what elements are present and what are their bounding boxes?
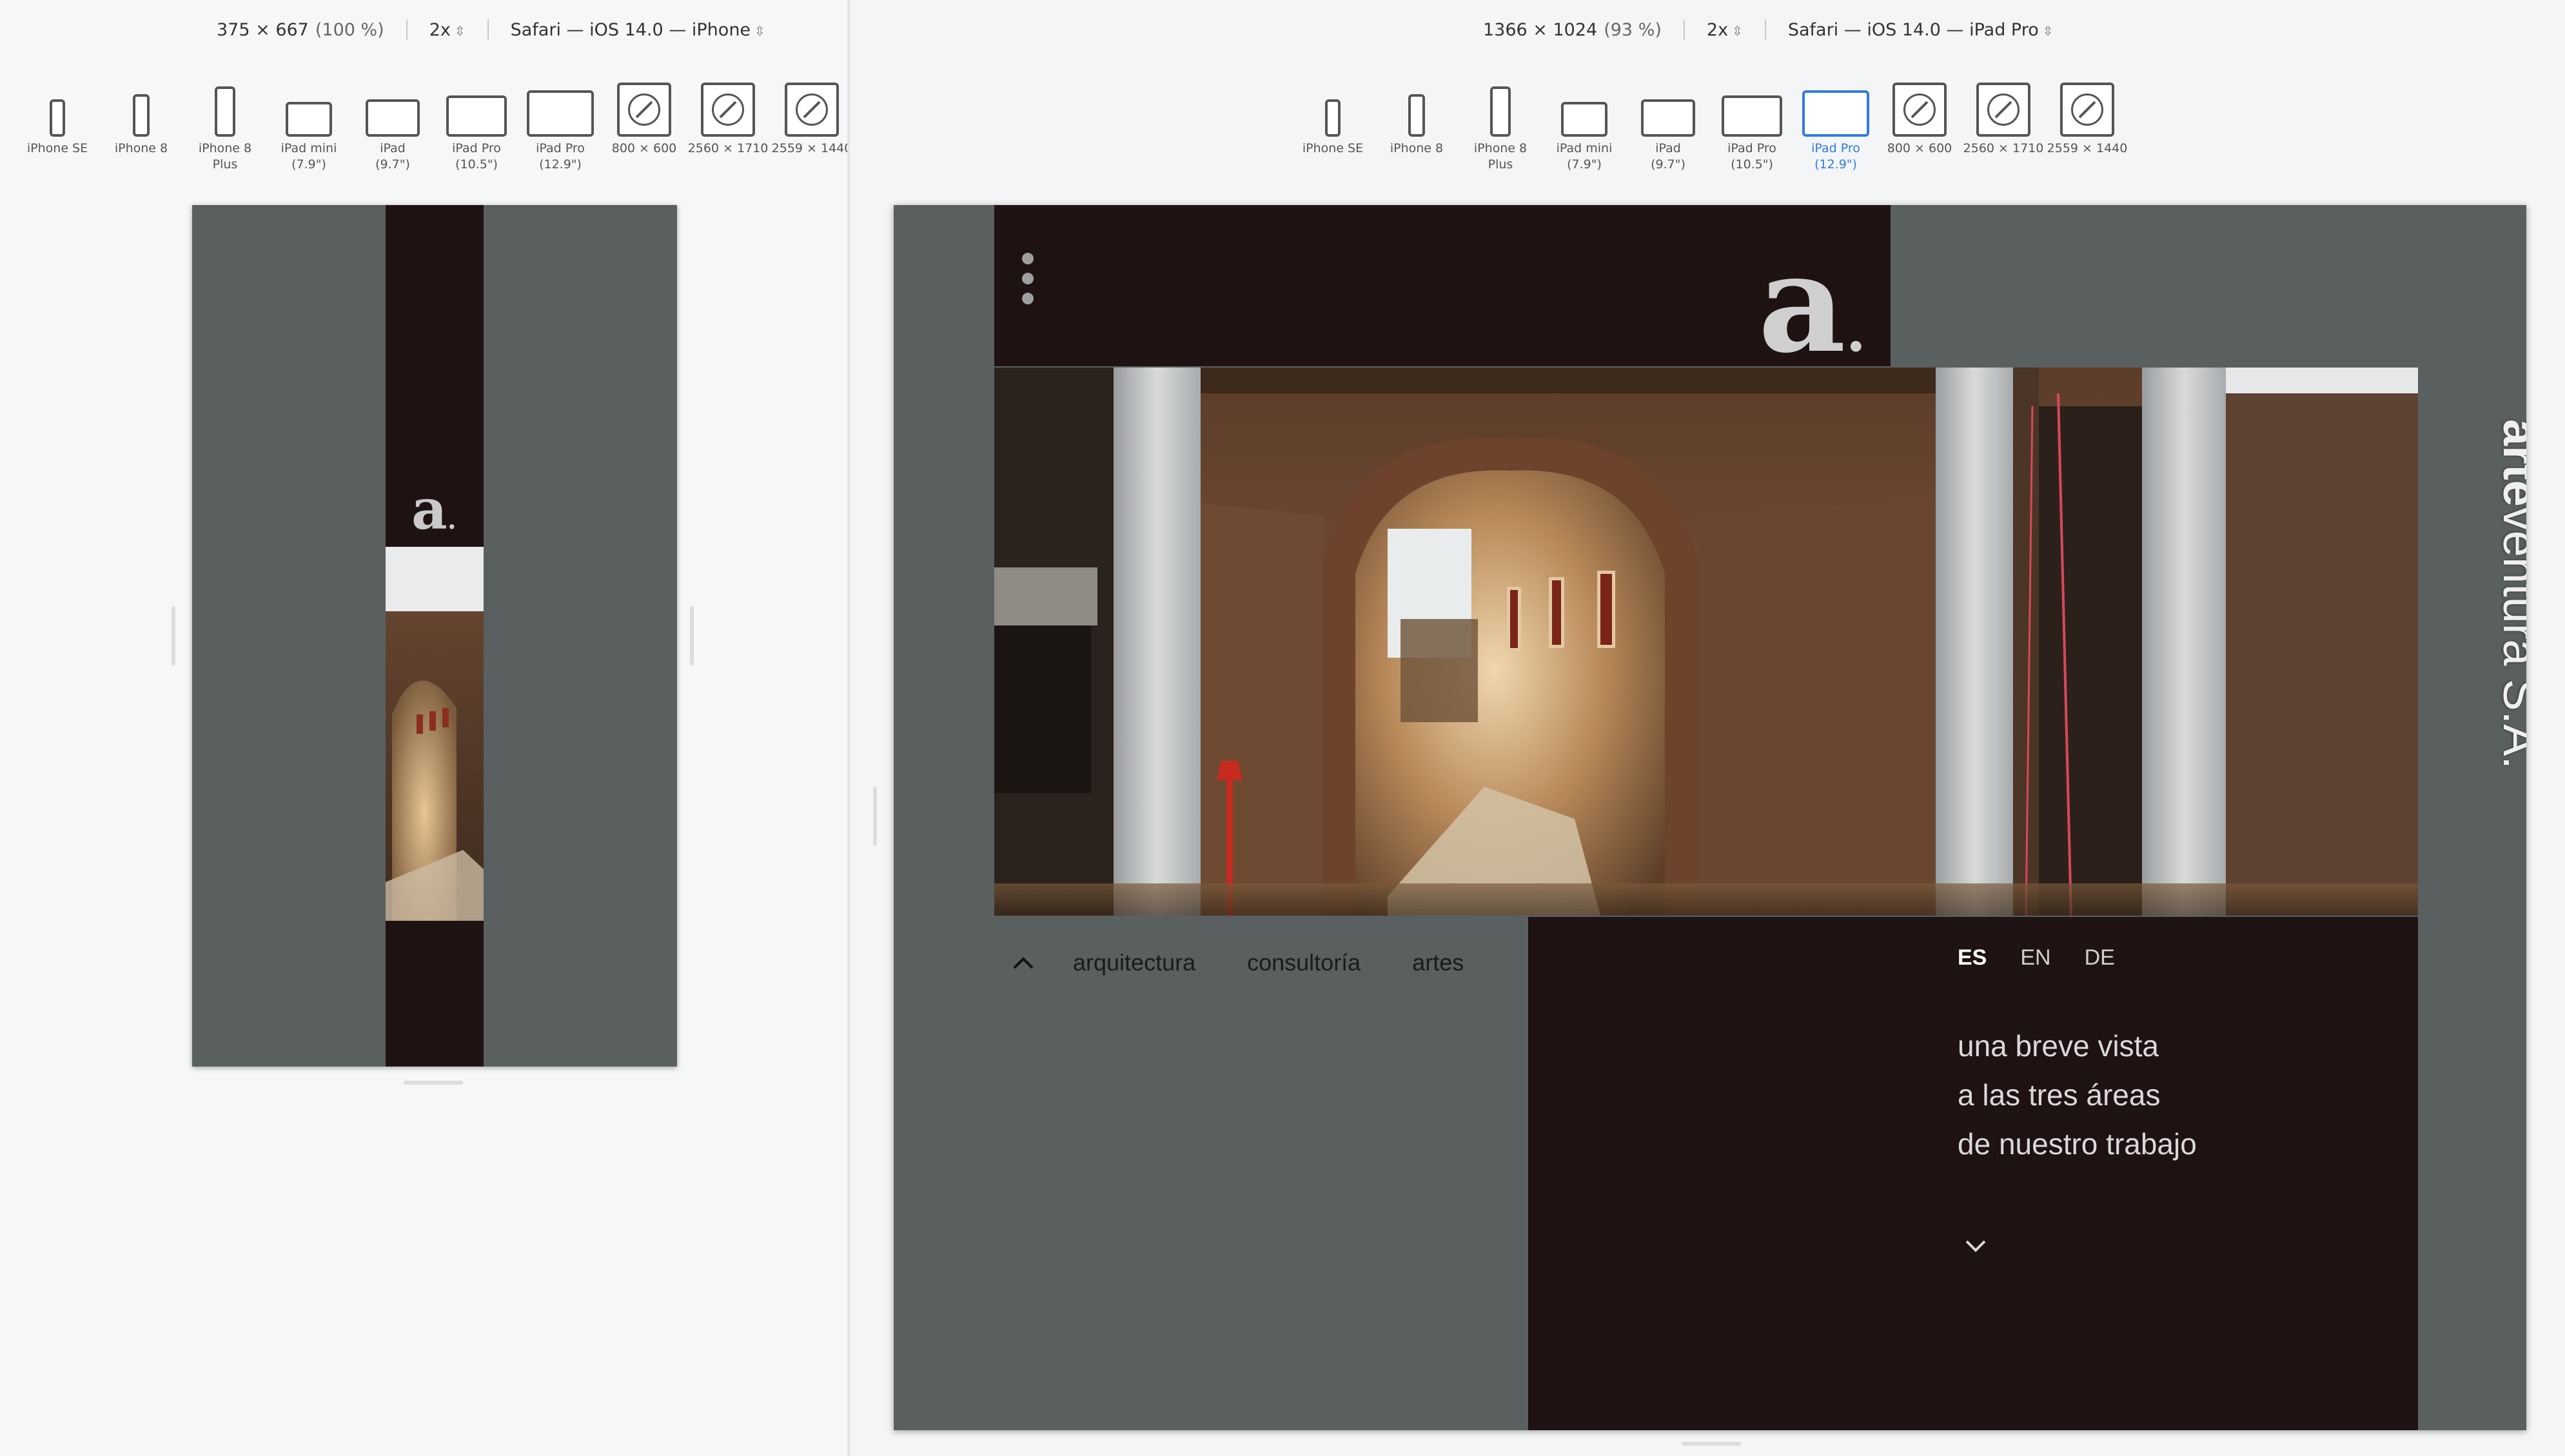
- resize-handle-right[interactable]: [690, 606, 694, 665]
- toolbar-separator: [406, 19, 408, 40]
- site-logo[interactable]: a.: [411, 482, 457, 538]
- left-toolbar: 375 × 667 (100 %) 2x ⇳ Safari — iOS 14.0 —…: [217, 13, 765, 46]
- lang-es[interactable]: ES: [1958, 945, 1987, 970]
- device-2560x1710[interactable]: 2560 × 1710: [1961, 72, 2045, 173]
- resize-handle-left[interactable]: [873, 787, 877, 846]
- browser-select[interactable]: Safari — iOS 14.0 — iPad Pro ⇳: [1788, 20, 2054, 40]
- iphone-8-icon: [1408, 94, 1425, 137]
- hero-photo: [994, 368, 2418, 916]
- safari-compass-icon: [2071, 93, 2103, 126]
- site-logo[interactable]: a.: [1758, 236, 1866, 371]
- nav-link-arquitectura[interactable]: arquitectura: [1073, 949, 1195, 976]
- device-iphone-8-plus[interactable]: iPhone 8 Plus: [1459, 72, 1542, 173]
- scale-select[interactable]: 2x ⇳: [429, 20, 466, 40]
- viewport-dimensions: 375 × 667 (100 %): [217, 19, 384, 40]
- nav-link-consultoria[interactable]: consultoría: [1247, 949, 1361, 976]
- device-ipad[interactable]: iPad (9.7"): [1626, 72, 1710, 173]
- ipad-mini-icon: [286, 102, 332, 137]
- device-iphone-8[interactable]: iPhone 8: [99, 72, 183, 173]
- chevron-updown-icon: ⇳: [454, 23, 466, 39]
- site-header: a.: [994, 205, 1891, 371]
- right-responsive-pane: 1366 × 1024 (93 %) 2x ⇳ Safari — iOS 14.0 …: [850, 0, 2565, 1456]
- tagline-line: a las tres áreas: [1958, 1078, 2161, 1112]
- ipad-mini-icon: [1561, 102, 1607, 137]
- ipad-icon: [366, 99, 420, 137]
- iphone-8-plus-icon: [215, 86, 235, 137]
- language-switcher: ES EN DE: [1958, 945, 2115, 970]
- safari-compass-icon: [796, 93, 828, 126]
- chevron-updown-icon: ⇳: [1732, 23, 1743, 39]
- left-responsive-pane: 375 × 667 (100 %) 2x ⇳ Safari — iOS 14.0 —…: [0, 0, 852, 1456]
- safari-compass-icon: [628, 93, 660, 126]
- ipad-pro-12-icon: [1802, 90, 1869, 137]
- device-presets: iPhone SE iPhone 8 iPhone 8 Plus iPad mi…: [1291, 72, 2129, 173]
- device-ipad-mini[interactable]: iPad mini (7.9"): [1542, 72, 1626, 173]
- iphone-8-plus-icon: [1490, 86, 1511, 137]
- toolbar-separator: [1683, 19, 1685, 40]
- resize-handle-bottom[interactable]: [404, 1081, 463, 1085]
- resize-handle-left[interactable]: [172, 606, 175, 665]
- intro-panel: [1528, 917, 2418, 1430]
- brand-wordmark-vertical: arteventura S.A.: [2493, 419, 2526, 769]
- scale-select[interactable]: 2x ⇳: [1707, 20, 1743, 40]
- menu-dots-icon[interactable]: [1020, 253, 1036, 304]
- browser-select[interactable]: Safari — iOS 14.0 — iPhone ⇳: [511, 20, 765, 40]
- iphone-viewport-preview[interactable]: a.: [192, 205, 677, 1067]
- device-ipad-pro-10[interactable]: iPad Pro (10.5"): [435, 72, 518, 173]
- safari-compass-icon: [1987, 93, 2020, 126]
- device-2559x1440[interactable]: 2559 × 1440: [770, 72, 854, 173]
- device-ipad-mini[interactable]: iPad mini (7.9"): [267, 72, 351, 173]
- lang-en[interactable]: EN: [2020, 945, 2050, 970]
- device-ipad-pro-10[interactable]: iPad Pro (10.5"): [1710, 72, 1794, 173]
- phone-site-column: a.: [386, 205, 484, 1067]
- toolbar-separator: [1764, 19, 1766, 40]
- chevron-up-icon[interactable]: [1001, 940, 1046, 985]
- device-presets: iPhone SE iPhone 8 iPhone 8 Plus iPad mi…: [15, 72, 854, 173]
- ipad-icon: [1641, 99, 1695, 137]
- device-ipad-pro-12[interactable]: iPad Pro (12.9"): [518, 72, 602, 173]
- resize-handle-bottom[interactable]: [1682, 1442, 1741, 1446]
- toolbar-separator: [487, 19, 489, 40]
- hero-image-thumbnail: [386, 547, 484, 921]
- safari-compass-icon: [712, 93, 744, 126]
- device-iphone-8[interactable]: iPhone 8: [1375, 72, 1459, 173]
- safari-compass-icon: [1903, 93, 1936, 126]
- device-iphone-8-plus[interactable]: iPhone 8 Plus: [183, 72, 267, 173]
- right-toolbar: 1366 × 1024 (93 %) 2x ⇳ Safari — iOS 14.0 …: [1483, 13, 2054, 46]
- nav-link-artes[interactable]: artes: [1412, 949, 1464, 976]
- lang-de[interactable]: DE: [2085, 945, 2115, 970]
- device-iphone-se[interactable]: iPhone SE: [15, 72, 99, 173]
- iphone-se-icon: [1325, 99, 1341, 137]
- chevron-updown-icon: ⇳: [2042, 23, 2054, 39]
- tagline-line: de nuestro trabajo: [1958, 1127, 2197, 1161]
- viewport-dimensions: 1366 × 1024 (93 %): [1483, 19, 1662, 40]
- ipad-pro-10-icon: [446, 95, 507, 137]
- ipad-viewport-preview[interactable]: a. arteventura S.A. arquitectura consult…: [894, 205, 2526, 1430]
- device-iphone-se[interactable]: iPhone SE: [1291, 72, 1375, 173]
- device-ipad[interactable]: iPad (9.7"): [351, 72, 435, 173]
- device-ipad-pro-12-active[interactable]: iPad Pro (12.9"): [1794, 72, 1878, 173]
- ipad-pro-10-icon: [1722, 95, 1782, 137]
- ipad-pro-12-icon: [527, 90, 594, 137]
- section-nav: arquitectura consultoría artes: [994, 940, 1515, 985]
- iphone-se-icon: [50, 99, 65, 137]
- intro-tagline: una breve vista a las tres áreas de nues…: [1958, 1021, 2197, 1168]
- device-800x600[interactable]: 800 × 600: [1878, 72, 1961, 173]
- chevron-updown-icon: ⇳: [754, 23, 765, 39]
- iphone-8-icon: [133, 94, 150, 137]
- device-2560x1710[interactable]: 2560 × 1710: [686, 72, 770, 173]
- chevron-down-icon[interactable]: [1956, 1230, 1995, 1263]
- tagline-line: una breve vista: [1958, 1029, 2159, 1063]
- device-800x600[interactable]: 800 × 600: [602, 72, 686, 173]
- device-2559x1440[interactable]: 2559 × 1440: [2045, 72, 2129, 173]
